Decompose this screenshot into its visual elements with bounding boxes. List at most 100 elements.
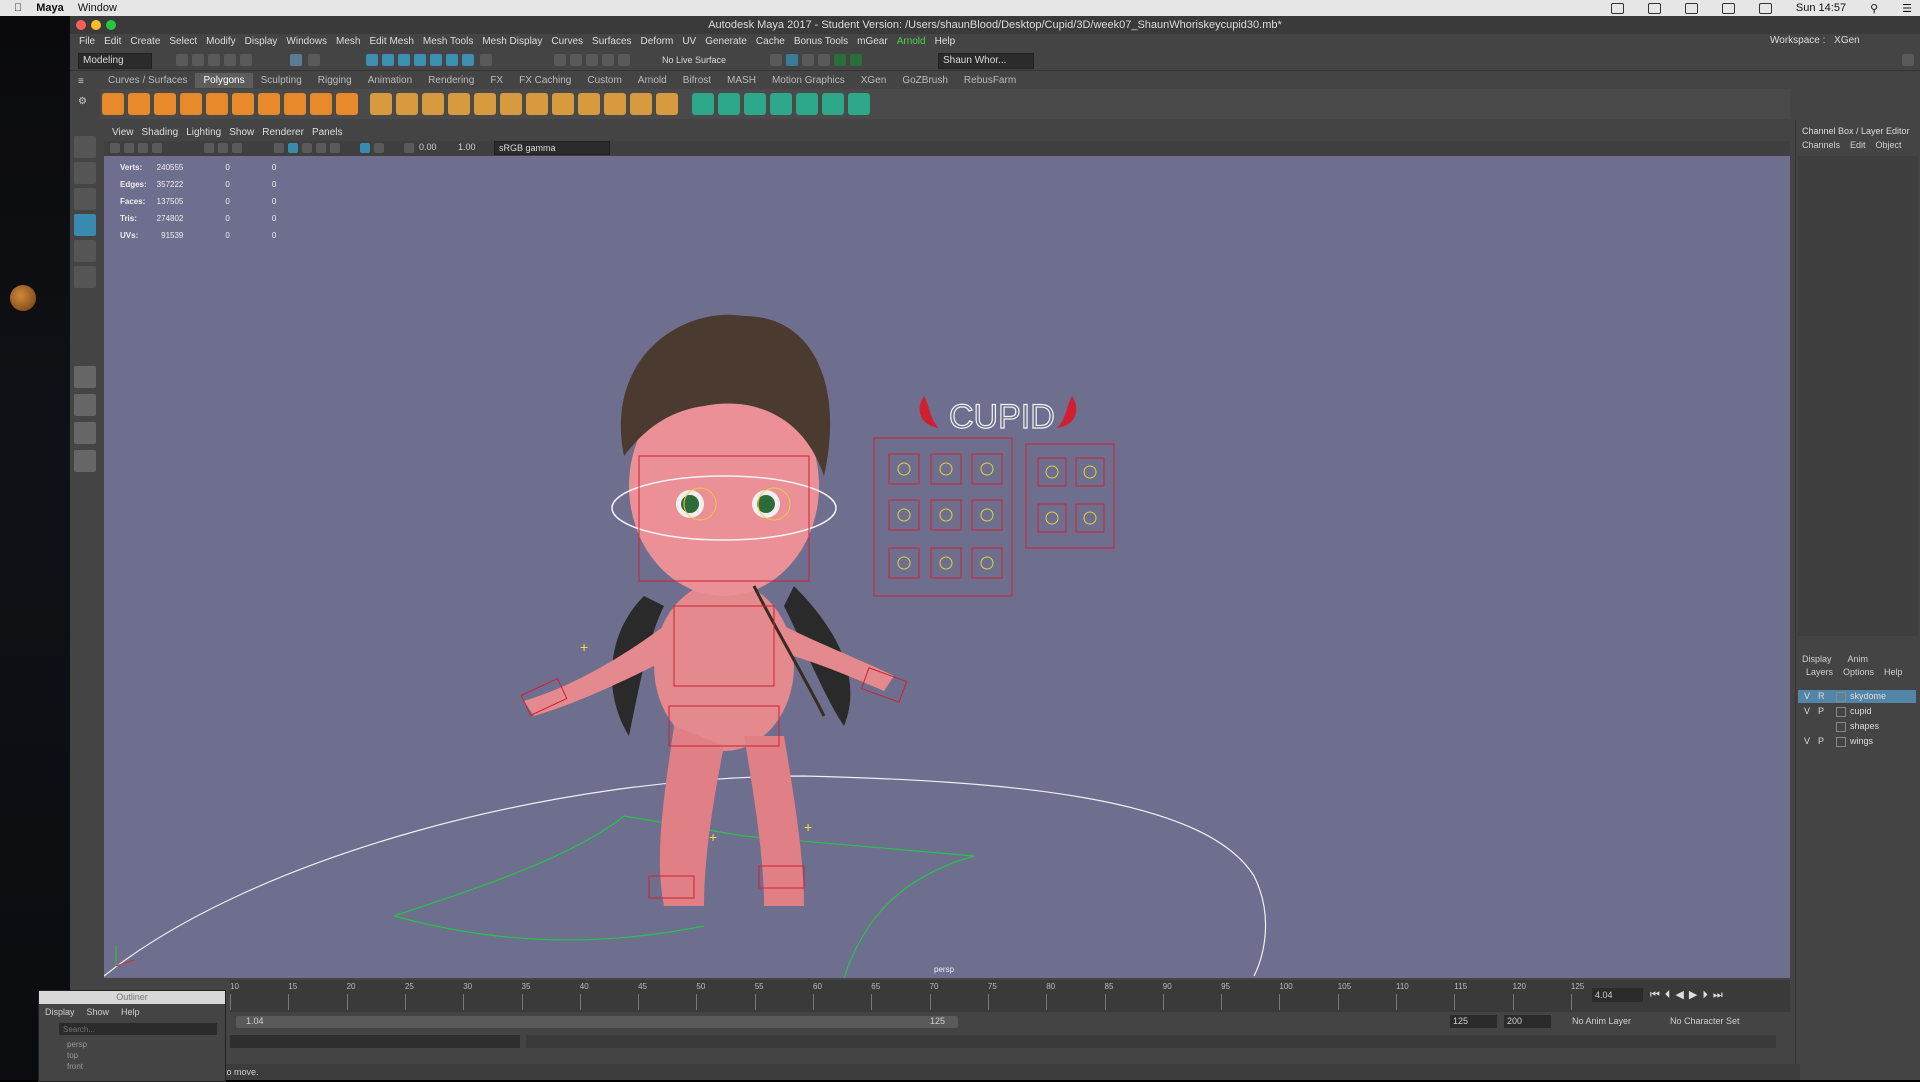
menu-edit[interactable]: Edit: [104, 36, 121, 47]
display-icon[interactable]: [1721, 2, 1735, 14]
poly-text-icon[interactable]: [310, 93, 332, 115]
snap-curve-icon[interactable]: [570, 54, 582, 66]
cupid-logo-text[interactable]: CUPID: [948, 397, 1055, 436]
film-gate-icon[interactable]: [218, 143, 228, 153]
shelf-tab-rigging[interactable]: Rigging: [310, 73, 360, 88]
single-pane-layout-icon[interactable]: [74, 366, 96, 388]
sign-in-user-dropdown[interactable]: Shaun Whor...: [938, 53, 1034, 69]
isolate-select-icon[interactable]: [374, 143, 384, 153]
four-pane-layout-icon[interactable]: [74, 394, 96, 416]
viewport-3d[interactable]: Verts: 240555 0 0 Edges: 357222 0 0 Faces: 137505…: [104, 156, 1790, 978]
layer-color-swatch[interactable]: [1836, 691, 1846, 702]
shelf-tab-motion-graphics[interactable]: Motion Graphics: [764, 73, 853, 88]
viewport-menu-show[interactable]: Show: [229, 126, 254, 140]
current-frame-field[interactable]: 4.04: [1592, 988, 1643, 1002]
shelf-tab-rebusfarm[interactable]: RebusFarm: [956, 73, 1024, 88]
tab-display[interactable]: Display: [1802, 654, 1832, 664]
toggle-panels-icon[interactable]: [1902, 54, 1914, 66]
outliner-display-menu[interactable]: Display: [45, 1007, 75, 1017]
shelf-tab-curves-surfaces[interactable]: Curves / Surfaces: [100, 73, 195, 88]
exposure-value[interactable]: 0.00: [419, 142, 437, 152]
search-icon[interactable]: ⚲: [1870, 2, 1878, 15]
range-end[interactable]: 125: [930, 1016, 945, 1026]
layer-name[interactable]: skydome: [1850, 691, 1886, 701]
separate-icon[interactable]: [396, 93, 418, 115]
smooth-icon[interactable]: [422, 93, 444, 115]
wifi-icon[interactable]: [1758, 2, 1772, 14]
layer-playback-toggle[interactable]: P: [1818, 705, 1832, 718]
shelf-tab-mash[interactable]: MASH: [719, 73, 764, 88]
textured-icon[interactable]: [302, 143, 312, 153]
layer-row[interactable]: shapes: [1798, 720, 1916, 733]
append-icon[interactable]: [604, 93, 626, 115]
menu-mgear[interactable]: mGear: [857, 36, 888, 47]
poly-cone-icon[interactable]: [180, 93, 202, 115]
rotate-tool-icon[interactable]: [74, 240, 96, 262]
render-settings-icon[interactable]: [802, 54, 814, 66]
lights-icon[interactable]: [316, 143, 326, 153]
selection-mask-icon[interactable]: [366, 54, 378, 66]
resolution-gate-icon[interactable]: [232, 143, 242, 153]
apple-icon[interactable]: : [14, 2, 22, 14]
zoom-button[interactable]: [106, 20, 116, 30]
layer-color-swatch[interactable]: [1836, 721, 1846, 732]
anim-end-field[interactable]: 200: [1504, 1015, 1551, 1028]
arnold-icon[interactable]: [850, 54, 862, 66]
range-start[interactable]: 1.04: [246, 1016, 264, 1026]
step-forward-icon[interactable]: ⏵: [1702, 989, 1713, 1001]
workspace-value[interactable]: XGen: [1834, 35, 1860, 46]
outliner-help-menu[interactable]: Help: [121, 1007, 140, 1017]
mel-input[interactable]: [230, 1035, 520, 1048]
selection-mask-icon[interactable]: [398, 54, 410, 66]
layer-row[interactable]: V Pcupid: [1798, 705, 1916, 718]
viewport-menu-renderer[interactable]: Renderer: [262, 126, 304, 140]
save-scene-icon[interactable]: [208, 54, 220, 66]
app-menu[interactable]: Maya: [36, 2, 64, 14]
boolean-icon[interactable]: [448, 93, 470, 115]
menu-mesh-tools[interactable]: Mesh Tools: [423, 36, 473, 47]
menu-help[interactable]: Help: [935, 36, 956, 47]
menu-mesh-display[interactable]: Mesh Display: [482, 36, 542, 47]
ground-control-curve[interactable]: [393, 915, 705, 941]
target-weld-icon[interactable]: [656, 93, 678, 115]
menu-set-dropdown[interactable]: Modeling: [78, 53, 152, 69]
shelf-tab-polygons[interactable]: Polygons: [195, 73, 253, 88]
wireframe-icon[interactable]: [274, 143, 284, 153]
layer-visibility-toggle[interactable]: V: [1798, 690, 1818, 703]
selection-mask-icon[interactable]: [382, 54, 394, 66]
menu-deform[interactable]: Deform: [641, 36, 674, 47]
step-back-icon[interactable]: ⏴: [1665, 989, 1676, 1001]
bookmark-icon[interactable]: [138, 143, 148, 153]
menu-select[interactable]: Select: [169, 36, 197, 47]
hypershade-icon[interactable]: [818, 54, 830, 66]
layer-name[interactable]: cupid: [1850, 706, 1872, 716]
color-space-dropdown[interactable]: sRGB gamma: [494, 141, 610, 155]
status-icon[interactable]: [1610, 2, 1624, 14]
tab-channels[interactable]: Channels: [1802, 140, 1840, 150]
snap-grid-icon[interactable]: [554, 54, 566, 66]
workspace-selector[interactable]: Workspace : XGen: [1770, 35, 1860, 46]
play-back-icon[interactable]: ◀: [1675, 989, 1688, 1001]
menu-cache[interactable]: Cache: [756, 36, 785, 47]
outliner-search-input[interactable]: [59, 1023, 217, 1035]
viewport-menu-lighting[interactable]: Lighting: [186, 126, 221, 140]
poly-plane-icon[interactable]: [206, 93, 228, 115]
shelf-tab-fx-caching[interactable]: FX Caching: [511, 73, 579, 88]
anim-layer-dropdown[interactable]: No Anim Layer: [1572, 1016, 1631, 1026]
menu-edit-mesh[interactable]: Edit Mesh: [369, 36, 413, 47]
viewport-menu-panels[interactable]: Panels: [312, 126, 343, 140]
ipr-render-icon[interactable]: [786, 54, 798, 66]
menu-uv[interactable]: UV: [682, 36, 696, 47]
snap-surface-icon[interactable]: [618, 54, 630, 66]
outliner-layout-icon[interactable]: [74, 450, 96, 472]
face-control-handles-2[interactable]: [1045, 465, 1097, 525]
shelf-tab-xgen[interactable]: XGen: [853, 73, 895, 88]
shadows-icon[interactable]: [330, 143, 340, 153]
camera-select-icon[interactable]: [110, 143, 120, 153]
outliner-item[interactable]: top: [67, 1050, 87, 1061]
lock-icon[interactable]: [480, 54, 492, 66]
multi-cut-icon[interactable]: [630, 93, 652, 115]
tab-object[interactable]: Object: [1876, 140, 1902, 150]
end-time-field[interactable]: 125: [1450, 1015, 1497, 1028]
grid-icon[interactable]: [204, 143, 214, 153]
